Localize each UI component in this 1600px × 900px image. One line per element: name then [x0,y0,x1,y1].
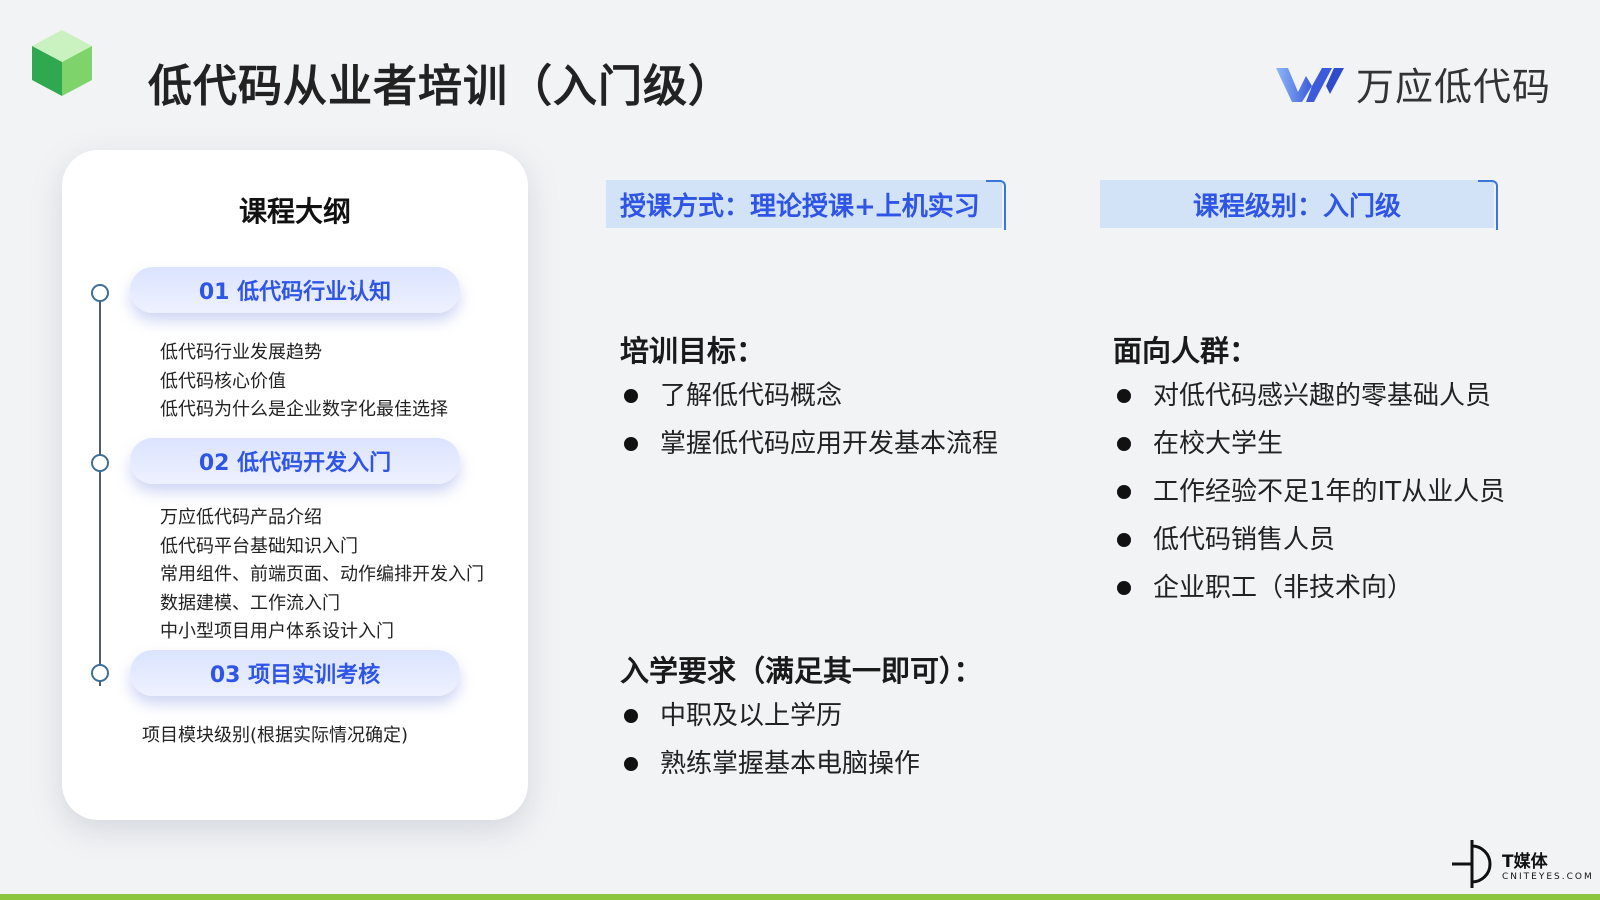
goals-title: 培训目标： [620,334,766,368]
list-item: 企业职工（非技术向） [1113,564,1505,612]
bullet-icon [624,709,638,723]
list-item: 在校大学生 [1113,420,1505,468]
tmedia-logo: T媒体 CNITEYES.COM [1450,838,1594,890]
tmedia-mark-icon [1452,840,1492,888]
list-item: 项目模块级别(根据实际情况确定) [142,725,409,746]
module-pill-02: 02 低代码开发入门 [130,438,460,484]
module-pill-03: 03 项目实训考核 [130,650,460,696]
list-item: 中小型项目用户体系设计入门 [160,621,394,642]
list-item: 对低代码感兴趣的零基础人员 [1113,372,1505,420]
list-item-text: 在校大学生 [1153,429,1284,459]
bullet-icon [624,757,638,771]
list-item: 低代码行业发展趋势 [160,342,322,363]
goals-list: 了解低代码概念 掌握低代码应用开发基本流程 [620,372,998,468]
list-item-text: 中职及以上学历 [660,701,843,731]
bullet-icon [1117,437,1131,451]
module-01-items: 低代码行业发展趋势 低代码核心价值 低代码为什么是企业数字化最佳选择 [160,339,448,425]
list-item: 熟练掌握基本电脑操作 [620,740,920,788]
tmedia-name: T媒体 [1502,851,1548,872]
list-item-text: 熟练掌握基本电脑操作 [660,749,921,779]
audience-list: 对低代码感兴趣的零基础人员 在校大学生 工作经验不足1年的IT从业人员 低代码销… [1113,372,1505,612]
brand-w-icon [1276,67,1344,102]
green-cube-icon [32,30,92,96]
list-item-text: 了解低代码概念 [660,381,843,411]
timeline-dot [91,454,109,472]
list-item-text: 企业职工（非技术向） [1153,573,1414,603]
list-item: 掌握低代码应用开发基本流程 [620,420,998,468]
list-item: 工作经验不足1年的IT从业人员 [1113,468,1505,516]
brand-name: 万应低代码 [1356,65,1552,109]
teaching-method-tag: 授课方式：理论授课+上机实习 [606,180,1006,230]
list-item: 低代码销售人员 [1113,516,1505,564]
bullet-icon [624,437,638,451]
page-title: 低代码从业者培训（入门级） [148,61,733,112]
bullet-icon [624,389,638,403]
list-item: 了解低代码概念 [620,372,998,420]
bullet-icon [1117,389,1131,403]
list-item-text: 工作经验不足1年的IT从业人员 [1153,477,1506,507]
bottom-accent-bar [0,894,1600,900]
list-item: 低代码平台基础知识入门 [160,535,358,557]
outline-title: 课程大纲 [238,195,351,228]
list-item: 低代码为什么是企业数字化最佳选择 [160,399,448,420]
bullet-icon [1117,581,1131,595]
bullet-icon [1117,533,1131,547]
audience-title: 面向人群： [1113,334,1259,368]
bullet-icon [1117,485,1131,499]
timeline-dot [91,664,109,682]
course-level-tag: 课程级别：入门级 [1100,180,1498,230]
tmedia-domain: CNITEYES.COM [1502,871,1594,882]
list-item: 中职及以上学历 [620,692,920,740]
module-03-items: 项目模块级别(根据实际情况确定) [142,722,408,751]
list-item-text: 低代码销售人员 [1153,525,1336,555]
list-item-text: 掌握低代码应用开发基本流程 [660,429,999,459]
module-pill-01: 01 低代码行业认知 [130,267,460,313]
requirements-title: 入学要求（满足其一即可）： [620,654,983,688]
list-item: 常用组件、前端页面、动作编排开发入门 [160,564,484,585]
course-outline-card: 课程大纲 01 低代码行业认知 低代码行业发展趋势 低代码核心价值 低代码为什么… [62,150,528,820]
list-item: 万应低代码产品介绍 [160,507,322,528]
brand-logo: 万应低代码 [1272,56,1551,111]
requirements-list: 中职及以上学历 熟练掌握基本电脑操作 [620,692,920,788]
timeline-line [99,298,101,686]
module-02-items: 万应低代码产品介绍 低代码平台基础知识入门 常用组件、前端页面、动作编排开发入门… [160,504,484,647]
timeline-dot [91,284,109,302]
list-item: 数据建模、工作流入门 [160,592,340,614]
list-item: 低代码核心价值 [160,370,286,392]
list-item-text: 对低代码感兴趣的零基础人员 [1153,381,1492,411]
